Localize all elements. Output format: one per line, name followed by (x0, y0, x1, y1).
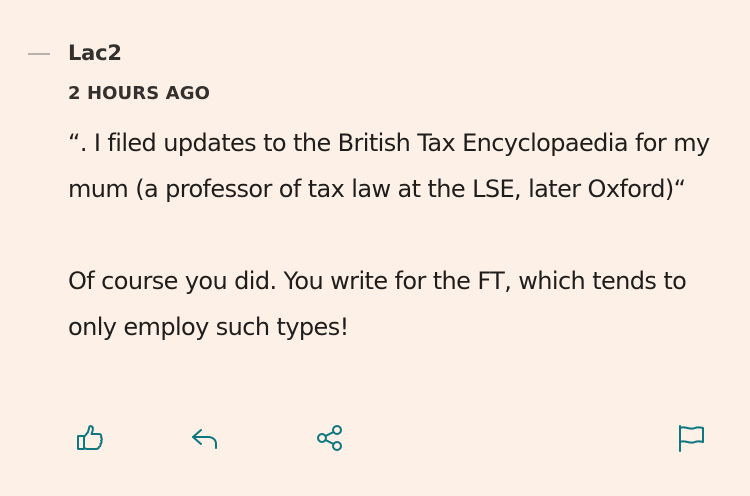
reply-button[interactable] (185, 418, 225, 458)
flag-icon (679, 425, 704, 452)
reply-arrow-icon (192, 429, 217, 449)
report-button[interactable] (671, 418, 711, 458)
like-button[interactable] (70, 418, 110, 458)
thumbs-up-icon (77, 425, 103, 450)
share-button[interactable] (310, 418, 350, 458)
comment-body: “. I filed updates to the British Tax En… (68, 120, 738, 350)
share-icon (317, 425, 342, 451)
comment-author[interactable]: Lac2 (68, 41, 122, 65)
comment-timestamp: 2 HOURS AGO (68, 83, 210, 104)
thread-line (28, 53, 50, 55)
comment-paragraph: Of course you did. You write for the FT,… (68, 267, 687, 341)
comment-paragraph: “. I filed updates to the British Tax En… (68, 129, 710, 203)
comment: Lac2 2 HOURS AGO “. I filed updates to t… (0, 0, 750, 496)
comment-actions (0, 418, 750, 458)
